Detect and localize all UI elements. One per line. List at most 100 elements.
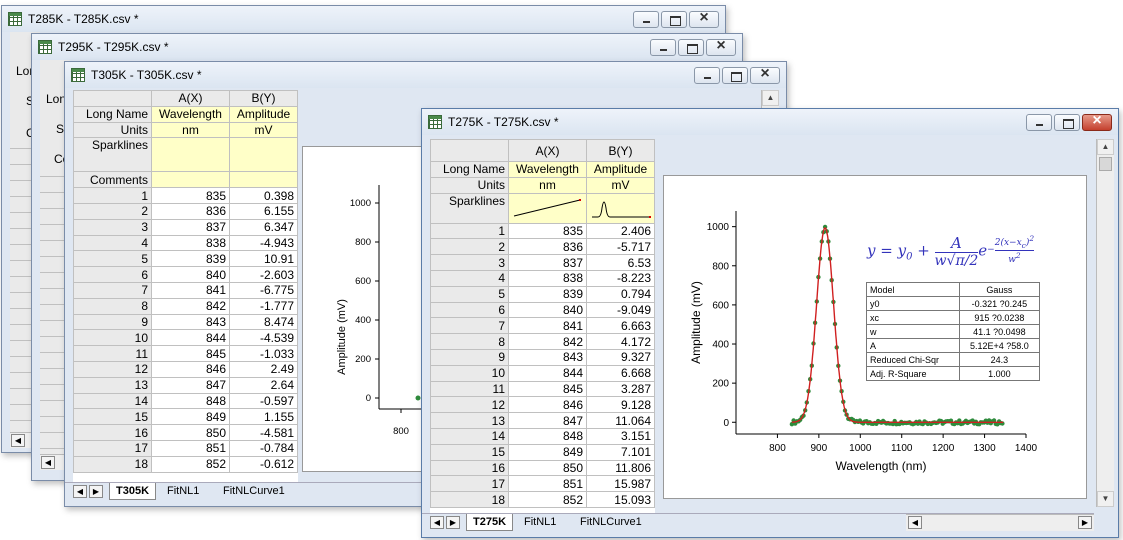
table-row[interactable]: 16 850 -4.581 [73,424,298,441]
cell-y[interactable]: -8.223 [586,269,655,287]
cell-y[interactable]: 15.093 [586,491,655,508]
close-button[interactable] [750,65,780,84]
cell-x[interactable]: 836 [508,238,587,256]
cell-y[interactable]: -1.777 [229,297,298,315]
scroll-thumb[interactable] [1099,157,1112,171]
cell-x[interactable]: 835 [508,222,587,240]
tab-fitnlcurve1[interactable]: FitNLCurve1 [217,483,291,500]
horizontal-scrollbar[interactable]: ◀ ▶ [906,514,1094,531]
cell-y[interactable]: 1.155 [229,408,298,426]
table-row[interactable]: 3 837 6.347 [73,218,298,236]
cell-y[interactable]: 9.327 [586,348,655,366]
corner-cell[interactable] [430,139,509,162]
row-number[interactable]: 16 [73,424,152,441]
tab-next-button[interactable]: ▶ [446,516,460,529]
table-row[interactable]: 18 852 15.093 [430,491,655,508]
scroll-left-arrow[interactable]: ◀ [41,456,55,469]
cell-y[interactable]: 8.474 [229,313,298,331]
column-header-a[interactable]: A(X) [508,139,587,162]
cell-y[interactable]: 3.151 [586,427,655,445]
row-number[interactable]: 12 [430,396,509,414]
row-number[interactable]: 6 [430,301,509,319]
cell-x[interactable]: 846 [151,360,230,378]
cell-x[interactable]: 841 [508,317,587,335]
cell-x[interactable]: 847 [508,412,587,429]
cell-x[interactable]: 838 [508,269,587,287]
cell-x[interactable]: 845 [508,380,587,398]
column-header-b[interactable]: B(Y) [586,139,655,162]
row-label-comments[interactable]: Comments [73,171,152,189]
cell-x[interactable]: 850 [151,424,230,441]
table-row[interactable]: 6 840 -9.049 [430,301,655,319]
cell-y[interactable]: 10.91 [229,250,298,268]
row-number[interactable]: 17 [73,439,152,457]
row-number[interactable]: 11 [73,345,152,362]
cell-x[interactable]: 848 [508,427,587,445]
row-number[interactable]: 2 [430,238,509,256]
long-name-a[interactable]: Wavelength [508,161,587,178]
worksheet-table[interactable]: A(X) B(Y) Long Name Wavelength Amplitude… [430,139,655,508]
table-row[interactable]: 10 844 6.668 [430,364,655,382]
cell-x[interactable]: 843 [151,313,230,331]
table-row[interactable]: 11 845 -1.033 [73,345,298,362]
row-label-long-name[interactable]: Long Name [430,161,509,178]
table-row[interactable]: 8 842 4.172 [430,333,655,350]
table-row[interactable]: 1 835 2.406 [430,222,655,240]
row-number[interactable]: 7 [73,281,152,299]
cell-x[interactable]: 842 [508,333,587,350]
table-row[interactable]: 15 849 7.101 [430,443,655,461]
column-header-a[interactable]: A(X) [151,90,230,107]
cell-x[interactable]: 841 [151,281,230,299]
table-row[interactable]: 10 844 -4.539 [73,329,298,347]
cell-x[interactable]: 843 [508,348,587,366]
scroll-right-arrow[interactable]: ▶ [1078,516,1092,529]
tab-next-button[interactable]: ▶ [89,485,103,498]
row-number[interactable]: 9 [430,348,509,366]
sparkline-b[interactable] [229,137,298,173]
cell-x[interactable]: 851 [508,475,587,493]
table-row[interactable]: 14 848 3.151 [430,427,655,445]
worksheet-grid[interactable]: A(X) B(Y) Long Name Wavelength Amplitude… [73,90,298,482]
corner-cell[interactable] [73,90,152,107]
cell-x[interactable]: 840 [508,301,587,319]
cell-y[interactable]: 2.406 [586,222,655,240]
table-row[interactable]: 16 850 11.806 [430,459,655,477]
row-number[interactable]: 5 [430,285,509,303]
row-number[interactable]: 2 [73,202,152,220]
table-row[interactable]: 11 845 3.287 [430,380,655,398]
cell-y[interactable]: -0.612 [229,455,298,473]
row-number[interactable]: 8 [73,297,152,315]
row-number[interactable]: 1 [430,222,509,240]
maximize-button[interactable] [722,67,748,84]
units-a[interactable]: nm [508,176,587,194]
tab-t305k[interactable]: T305K [109,483,157,500]
table-row[interactable]: 5 839 10.91 [73,250,298,268]
cell-x[interactable]: 852 [508,491,587,508]
cell-x[interactable]: 848 [151,392,230,410]
table-row[interactable]: 13 847 11.064 [430,412,655,429]
scroll-left-arrow[interactable]: ◀ [908,516,922,529]
row-number[interactable]: 1 [73,187,152,204]
cell-y[interactable]: 2.64 [229,376,298,394]
maximize-button[interactable] [1054,114,1080,131]
row-label-units[interactable]: Units [430,176,509,194]
row-number[interactable]: 13 [430,412,509,429]
cell-y[interactable]: 9.128 [586,396,655,414]
tab-fitnl1[interactable]: FitNL1 [161,483,205,500]
row-number[interactable]: 15 [73,408,152,426]
row-number[interactable]: 7 [430,317,509,335]
cell-x[interactable]: 849 [151,408,230,426]
cell-y[interactable]: -6.775 [229,281,298,299]
cell-y[interactable]: -9.049 [586,301,655,319]
cell-x[interactable]: 840 [151,266,230,283]
table-row[interactable]: 9 843 8.474 [73,313,298,331]
cell-y[interactable]: 6.668 [586,364,655,382]
cell-x[interactable]: 845 [151,345,230,362]
row-number[interactable]: 12 [73,360,152,378]
cell-x[interactable]: 846 [508,396,587,414]
tab-prev-button[interactable]: ◀ [430,516,444,529]
minimize-button[interactable] [1026,114,1052,131]
cell-y[interactable]: -1.033 [229,345,298,362]
cell-y[interactable]: 0.398 [229,187,298,204]
row-number[interactable]: 10 [73,329,152,347]
